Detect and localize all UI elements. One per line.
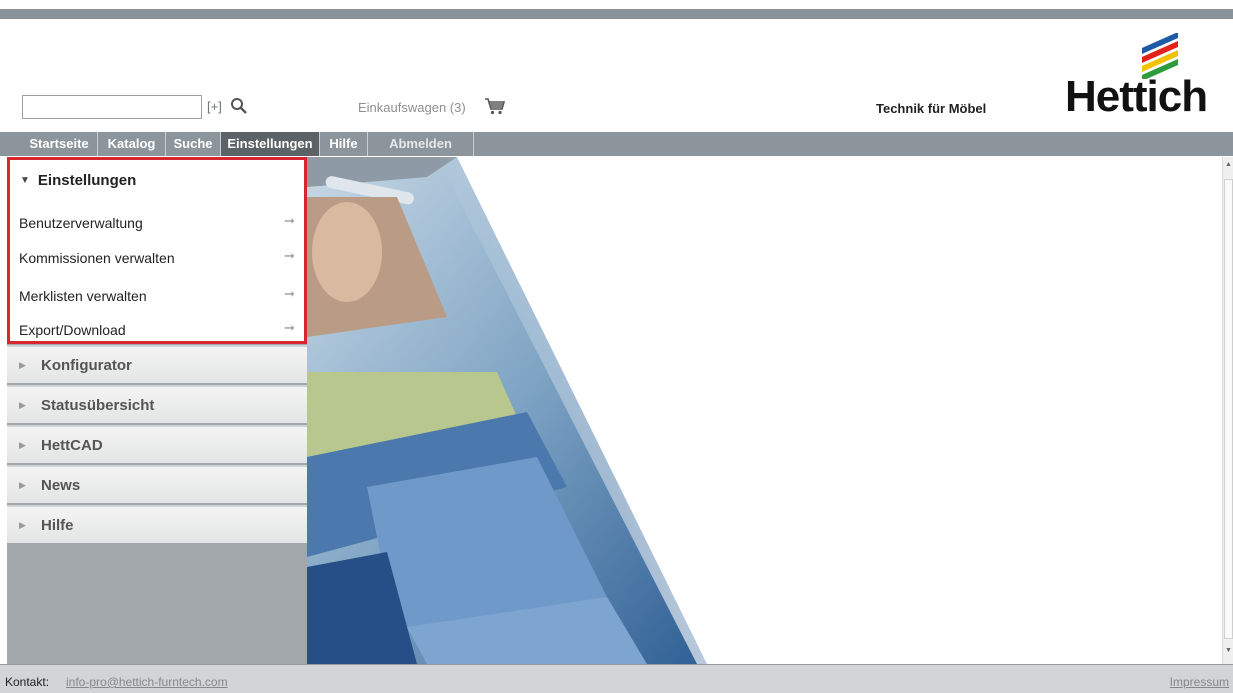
section-hettcad[interactable]: ▶ HettCAD [7,425,307,463]
nav-startseite[interactable]: Startseite [21,132,98,156]
logo[interactable]: Hettich [1065,75,1208,119]
triangle-right-icon: ▶ [19,400,26,410]
triangle-right-icon: ▶ [19,440,26,450]
search-icon[interactable] [230,97,248,115]
menu-item-merklisten[interactable]: Merklisten verwalten ➞ [10,283,304,309]
settings-section-title: Einstellungen [37,172,137,189]
settings-section-header[interactable]: ▼ Einstellungen [20,172,136,189]
shopping-cart-icon[interactable] [484,96,506,116]
section-hilfe[interactable]: ▶ Hilfe [7,505,307,543]
footer: Kontakt: info-pro@hettich-furntech.com I… [0,664,1233,693]
sidebar: ▼ Einstellungen Benutzerverwaltung ➞ Komm… [7,157,307,664]
section-label: Hilfe [41,517,74,534]
menu-item-label: Export/Download [19,322,126,338]
triangle-right-icon: ▶ [19,360,26,370]
scroll-down-icon[interactable]: ▼ [1225,647,1232,654]
arrow-right-icon: ➞ [284,213,295,228]
main-nav: Startseite Katalog Suche Einstellungen H… [0,132,1233,156]
contact-email-link[interactable]: info-pro@hettich-furntech.com [66,675,228,689]
section-label: HettCAD [41,437,103,454]
section-news[interactable]: ▶ News [7,465,307,503]
nav-abmelden[interactable]: Abmelden [368,132,474,156]
section-konfigurator[interactable]: ▶ Konfigurator [7,345,307,383]
nav-hilfe[interactable]: Hilfe [320,132,368,156]
menu-item-label: Merklisten verwalten [19,288,147,304]
section-label: Statusübersicht [41,397,155,414]
top-bar [0,9,1233,19]
arrow-right-icon: ➞ [284,248,295,263]
section-statusuebersicht[interactable]: ▶ Statusübersicht [7,385,307,423]
menu-item-export[interactable]: Export/Download ➞ [10,317,304,343]
triangle-down-icon: ▼ [20,175,30,186]
search-input[interactable] [22,95,202,119]
cart-link[interactable]: Einkaufswagen (3) [358,100,466,115]
settings-panel: ▼ Einstellungen Benutzerverwaltung ➞ Komm… [7,157,307,344]
nav-katalog[interactable]: Katalog [98,132,166,156]
hero-image [307,157,1220,664]
triangle-right-icon: ▶ [19,480,26,490]
menu-item-benutzerverwaltung[interactable]: Benutzerverwaltung ➞ [10,210,304,236]
tagline: Technik für Möbel [876,101,987,116]
arrow-right-icon: ➞ [284,286,295,301]
nav-einstellungen[interactable]: Einstellungen [221,132,320,156]
contact-label: Kontakt: [5,675,50,689]
section-label: News [41,477,81,494]
triangle-right-icon: ▶ [19,520,26,530]
menu-item-label: Kommissionen verwalten [19,250,175,266]
menu-item-label: Benutzerverwaltung [19,215,143,231]
advanced-search-link[interactable]: [+] [207,99,222,114]
scrollbar-thumb[interactable] [1224,179,1233,639]
impressum-link[interactable]: Impressum [1170,675,1229,689]
menu-item-kommissionen[interactable]: Kommissionen verwalten ➞ [10,245,304,271]
section-label: Konfigurator [41,357,132,374]
nav-suche[interactable]: Suche [166,132,221,156]
arrow-right-icon: ➞ [284,320,295,335]
page-scrollbar[interactable]: ▲ ▼ [1222,157,1233,664]
scroll-up-icon[interactable]: ▲ [1225,161,1232,168]
